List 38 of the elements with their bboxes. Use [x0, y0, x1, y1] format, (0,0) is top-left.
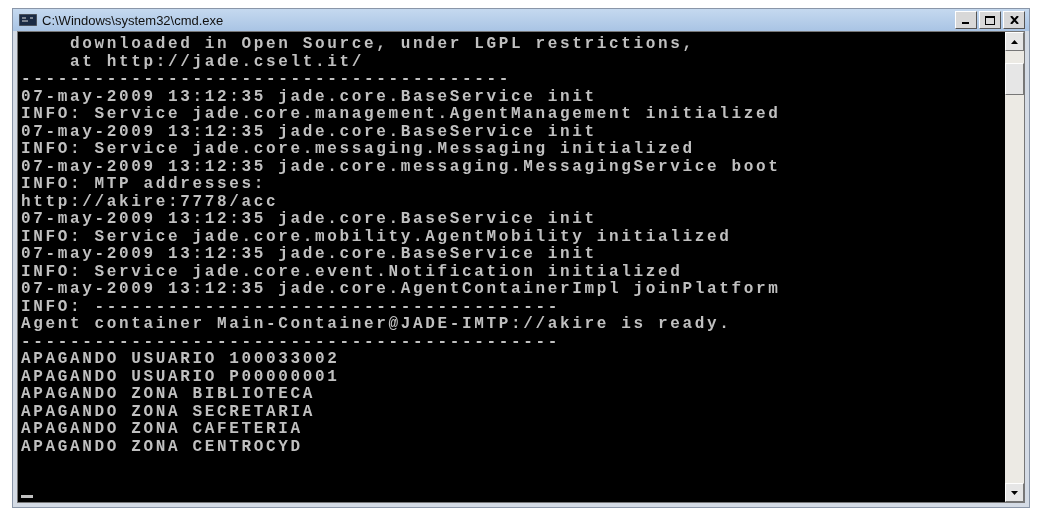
console-line: INFO: Service jade.core.management.AgentManagement initialized: [21, 106, 781, 124]
console-line: INFO: Service jade.core.messaging.Messaging initialized: [21, 141, 695, 159]
down-triangle-icon: [1011, 490, 1018, 495]
console-line: 07-may-2009 13:12:35 jade.core.messaging.MessagingService boot: [21, 158, 781, 176]
console-line: APAGANDO ZONA SECRETARIA: [21, 403, 316, 421]
console-line: 07-may-2009 13:12:35 jade.core.AgentContainerImpl joinPlatform: [21, 281, 781, 299]
scroll-thumb[interactable]: [1005, 63, 1024, 95]
console-line: APAGANDO USUARIO 100033002: [21, 351, 340, 369]
console-line: --------------------------------------------: [21, 333, 561, 351]
close-button[interactable]: [1003, 11, 1025, 29]
up-triangle-icon: [1011, 39, 1018, 44]
scroll-down-button[interactable]: [1005, 483, 1024, 502]
console-line: APAGANDO ZONA BIBLIOTECA: [21, 386, 316, 404]
console-line: http://akire:7778/acc: [21, 193, 279, 211]
console-line: INFO: Service jade.core.mobility.AgentMobility initialized: [21, 228, 732, 246]
vertical-scrollbar[interactable]: [1005, 32, 1024, 502]
console-line: INFO: --------------------------------------: [21, 298, 561, 316]
minimize-button[interactable]: [955, 11, 977, 29]
maximize-button[interactable]: [979, 11, 1001, 29]
console-line: APAGANDO USUARIO P00000001: [21, 368, 340, 386]
close-icon: [1009, 16, 1019, 24]
text-cursor: [21, 495, 33, 498]
console-line: 07-may-2009 13:12:35 jade.core.BaseService init: [21, 246, 597, 264]
console-app-icon: [19, 14, 37, 26]
console-line: INFO: MTP addresses:: [21, 176, 267, 194]
console-line: 07-may-2009 13:12:35 jade.core.BaseService init: [21, 88, 597, 106]
console-line: APAGANDO ZONA CENTROCYD: [21, 438, 303, 456]
console-line: ----------------------------------------: [21, 71, 512, 89]
scroll-up-button[interactable]: [1005, 32, 1024, 51]
console-line: APAGANDO ZONA CAFETERIA: [21, 421, 303, 439]
console-line: at http://jade.cselt.it/: [69, 53, 365, 71]
maximize-icon: [985, 15, 995, 25]
console-line: Agent container Main-Container@JADE-IMTP://akire is ready.: [21, 316, 732, 334]
console-line: 07-may-2009 13:12:35 jade.core.BaseService init: [21, 211, 597, 229]
console-line: downloaded in Open Source, under LGPL restrictions,: [69, 36, 695, 54]
window-title: C:\Windows\system32\cmd.exe: [42, 12, 225, 28]
console-line: INFO: Service jade.core.event.Notification initialized: [21, 263, 683, 281]
console-line: 07-may-2009 13:12:35 jade.core.BaseService init: [21, 123, 597, 141]
